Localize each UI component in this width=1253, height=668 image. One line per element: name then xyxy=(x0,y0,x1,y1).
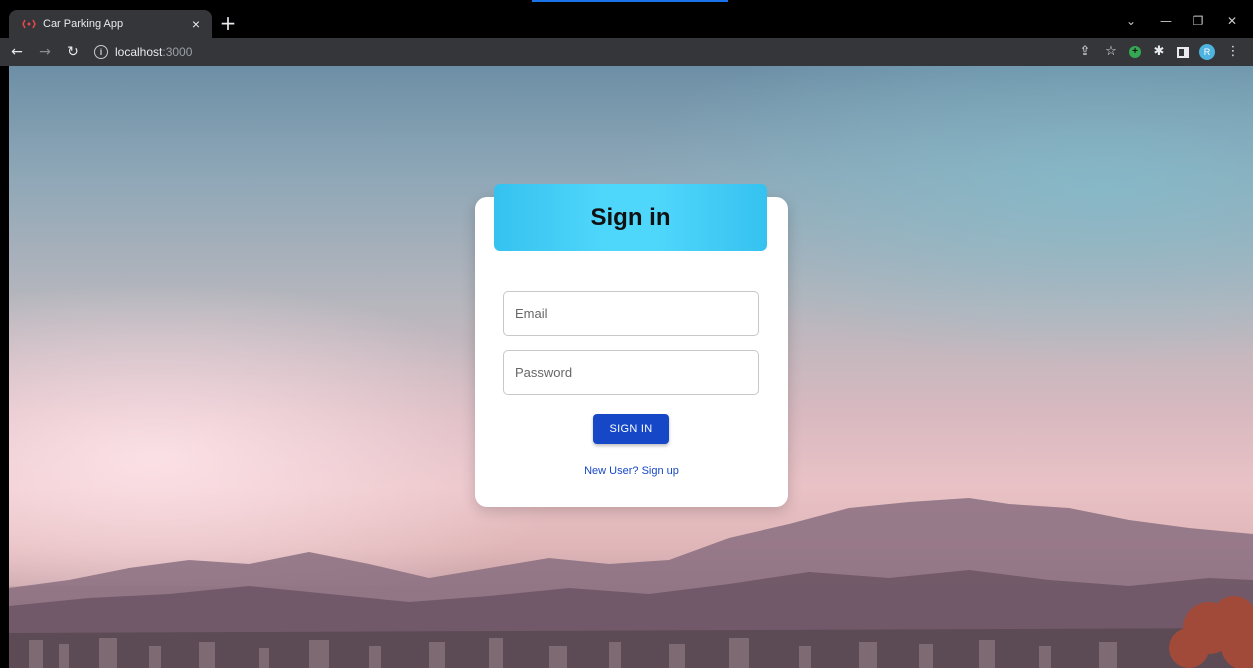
parking-app-favicon-icon xyxy=(21,16,37,32)
minimize-icon[interactable]: — xyxy=(1156,12,1176,30)
side-panel-icon[interactable] xyxy=(1177,46,1189,58)
url-port: :3000 xyxy=(162,45,193,59)
page-background: Sign in SIGN IN New User? Sign up xyxy=(9,66,1253,668)
window-close-icon[interactable]: ✕ xyxy=(1222,12,1242,30)
loading-indicator xyxy=(532,0,728,2)
share-icon[interactable]: ⇪ xyxy=(1077,44,1093,60)
tab-search-icon[interactable]: ⌄ xyxy=(1121,12,1141,30)
signin-header: Sign in xyxy=(494,184,767,251)
back-arrow-icon[interactable]: ← xyxy=(6,41,28,63)
signup-link[interactable]: New User? Sign up xyxy=(475,465,788,477)
password-input[interactable] xyxy=(503,350,759,395)
bookmark-star-icon[interactable]: ☆ xyxy=(1103,44,1119,60)
page-title: Sign in xyxy=(590,203,671,231)
extension-plus-icon[interactable]: + xyxy=(1129,46,1141,58)
tab-close-icon[interactable]: × xyxy=(188,16,204,32)
new-tab-button[interactable]: + xyxy=(218,13,238,33)
url-host: localhost xyxy=(115,45,163,59)
browser-toolbar: ← → ↻ i localhost:3000 ⇪ ☆ + ✱ R ⋮ xyxy=(0,38,1253,66)
email-input[interactable] xyxy=(503,291,759,336)
extensions-puzzle-icon[interactable]: ✱ xyxy=(1151,44,1167,60)
site-info-icon[interactable]: i xyxy=(94,45,108,59)
tab-title: Car Parking App xyxy=(43,18,124,30)
address-bar[interactable]: i localhost:3000 xyxy=(94,41,192,63)
forward-arrow-icon[interactable]: → xyxy=(34,41,56,63)
menu-kebab-icon[interactable]: ⋮ xyxy=(1225,44,1241,60)
browser-tab[interactable]: Car Parking App × xyxy=(9,10,212,38)
signin-card: Sign in SIGN IN New User? Sign up xyxy=(475,184,788,507)
reload-icon[interactable]: ↻ xyxy=(62,41,84,63)
profile-avatar[interactable]: R xyxy=(1199,44,1215,60)
restore-icon[interactable]: ❐ xyxy=(1188,12,1208,30)
toolbar-actions: ⇪ ☆ + ✱ R ⋮ xyxy=(1077,38,1241,66)
tab-strip: Car Parking App × + ⌄ — ❐ ✕ xyxy=(0,0,1253,38)
signin-button[interactable]: SIGN IN xyxy=(593,414,669,444)
